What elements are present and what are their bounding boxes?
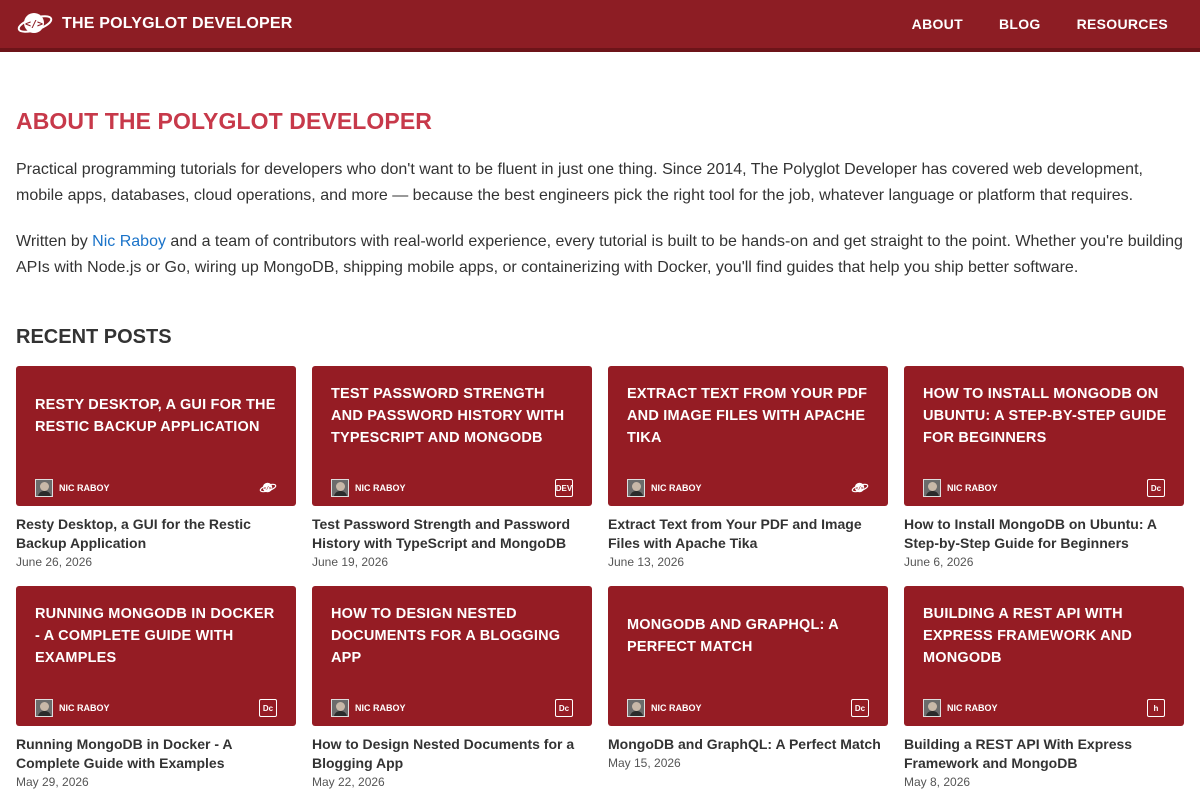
dc-icon: Dc (259, 699, 277, 717)
hashnode-icon: h (1147, 699, 1165, 717)
post-card: RUNNING MONGODB IN DOCKER - A COMPLETE G… (16, 586, 296, 790)
thumbnail-title: TEST PASSWORD STRENGTH AND PASSWORD HIST… (331, 386, 565, 446)
avatar (923, 699, 941, 717)
post-date: June 6, 2026 (904, 555, 974, 569)
thumbnail-title: EXTRACT TEXT FROM YOUR PDF AND IMAGE FIL… (627, 386, 868, 446)
thumbnail-author-name: NIC RABOY (355, 703, 406, 713)
post-title-link[interactable]: Test Password Strength and Password Hist… (312, 515, 592, 553)
avatar (331, 479, 349, 497)
post-card: BUILDING A REST API WITH EXPRESS FRAMEWO… (904, 586, 1184, 790)
dc-icon: Dc (1147, 479, 1165, 497)
post-date: May 8, 2026 (904, 775, 971, 789)
svg-text:</>: </> (263, 485, 272, 491)
polyglot-logo-icon: </> (16, 9, 54, 39)
thumbnail-author: NIC RABOY (331, 479, 406, 497)
thumbnail-author-name: NIC RABOY (59, 483, 110, 493)
brand-link[interactable]: </> THE POLYGLOT DEVELOPER (16, 9, 293, 39)
main-content: ABOUT THE POLYGLOT DEVELOPER Practical p… (16, 56, 1184, 790)
avatar (35, 699, 53, 717)
thumbnail-author: NIC RABOY (35, 479, 110, 497)
thumbnail-author-name: NIC RABOY (947, 483, 998, 493)
thumbnail-author-name: NIC RABOY (651, 483, 702, 493)
dc-icon: Dc (851, 699, 869, 717)
post-date: June 13, 2026 (608, 555, 685, 569)
post-title-link[interactable]: Resty Desktop, a GUI for the Restic Back… (16, 515, 296, 553)
post-title-link[interactable]: Building a REST API With Express Framewo… (904, 735, 1184, 773)
thumbnail-title: BUILDING A REST API WITH EXPRESS FRAMEWO… (923, 606, 1133, 666)
avatar (35, 479, 53, 497)
thumbnail-title: MONGODB AND GRAPHQL: A PERFECT MATCH (627, 617, 839, 655)
post-title-link[interactable]: MongoDB and GraphQL: A Perfect Match (608, 735, 888, 754)
avatar (923, 479, 941, 497)
thumbnail-title: RUNNING MONGODB IN DOCKER - A COMPLETE G… (35, 606, 275, 666)
post-date: May 15, 2026 (608, 756, 681, 770)
main-nav: ABOUT BLOG RESOURCES (912, 16, 1168, 32)
thumbnail-author: NIC RABOY (627, 699, 702, 717)
about-paragraph-2-suffix: and a team of contributors with real-wor… (16, 233, 1183, 276)
svg-text:</>: </> (855, 485, 864, 491)
thumbnail-author-name: NIC RABOY (59, 703, 110, 713)
brand-title: THE POLYGLOT DEVELOPER (62, 15, 293, 32)
polyglot-logo-icon: </> (259, 479, 277, 497)
post-card: RESTY DESKTOP, A GUI FOR THE RESTIC BACK… (16, 366, 296, 570)
nav-blog[interactable]: BLOG (999, 16, 1041, 32)
post-title-link[interactable]: How to Install MongoDB on Ubuntu: A Step… (904, 515, 1184, 553)
post-card: MONGODB AND GRAPHQL: A PERFECT MATCH NIC… (608, 586, 888, 790)
thumbnail-title: HOW TO INSTALL MONGODB ON UBUNTU: A STEP… (923, 386, 1167, 446)
post-thumbnail[interactable]: RUNNING MONGODB IN DOCKER - A COMPLETE G… (16, 586, 296, 726)
avatar (331, 699, 349, 717)
thumbnail-author: NIC RABOY (331, 699, 406, 717)
post-thumbnail[interactable]: MONGODB AND GRAPHQL: A PERFECT MATCH NIC… (608, 586, 888, 726)
site-header: </> THE POLYGLOT DEVELOPER ABOUT BLOG RE… (0, 0, 1200, 52)
post-card: TEST PASSWORD STRENGTH AND PASSWORD HIST… (312, 366, 592, 570)
avatar (627, 699, 645, 717)
about-paragraph-2-prefix: Written by (16, 233, 93, 250)
thumbnail-author: NIC RABOY (627, 479, 702, 497)
page-title: ABOUT THE POLYGLOT DEVELOPER (16, 108, 432, 134)
dev-icon: DEV (555, 479, 573, 497)
about-paragraph-2: Written by Nic Raboy and a team of contr… (16, 229, 1184, 281)
post-title-link[interactable]: Extract Text from Your PDF and Image Fil… (608, 515, 888, 553)
thumbnail-author-name: NIC RABOY (651, 703, 702, 713)
thumbnail-author: NIC RABOY (35, 699, 110, 717)
nav-resources[interactable]: RESOURCES (1077, 16, 1168, 32)
thumbnail-author: NIC RABOY (923, 479, 998, 497)
thumbnail-author-name: NIC RABOY (947, 703, 998, 713)
post-title-link[interactable]: Running MongoDB in Docker - A Complete G… (16, 735, 296, 773)
svg-text:</>: </> (25, 19, 43, 30)
post-card: HOW TO INSTALL MONGODB ON UBUNTU: A STEP… (904, 366, 1184, 570)
polyglot-logo-icon: </> (851, 479, 869, 497)
post-card: EXTRACT TEXT FROM YOUR PDF AND IMAGE FIL… (608, 366, 888, 570)
nav-about[interactable]: ABOUT (912, 16, 963, 32)
dc-icon: Dc (555, 699, 573, 717)
recent-posts-heading: RECENT POSTS (16, 326, 172, 348)
post-thumbnail[interactable]: TEST PASSWORD STRENGTH AND PASSWORD HIST… (312, 366, 592, 506)
thumbnail-title: RESTY DESKTOP, A GUI FOR THE RESTIC BACK… (35, 397, 276, 435)
post-thumbnail[interactable]: RESTY DESKTOP, A GUI FOR THE RESTIC BACK… (16, 366, 296, 506)
post-date: May 29, 2026 (16, 775, 89, 789)
post-thumbnail[interactable]: HOW TO INSTALL MONGODB ON UBUNTU: A STEP… (904, 366, 1184, 506)
post-date: May 22, 2026 (312, 775, 385, 789)
post-thumbnail[interactable]: EXTRACT TEXT FROM YOUR PDF AND IMAGE FIL… (608, 366, 888, 506)
author-link[interactable]: Nic Raboy (92, 233, 166, 250)
post-date: June 26, 2026 (16, 555, 93, 569)
post-date: June 19, 2026 (312, 555, 389, 569)
post-card: HOW TO DESIGN NESTED DOCUMENTS FOR A BLO… (312, 586, 592, 790)
thumbnail-author-name: NIC RABOY (355, 483, 406, 493)
recent-posts-grid: RESTY DESKTOP, A GUI FOR THE RESTIC BACK… (16, 366, 1184, 790)
post-thumbnail[interactable]: HOW TO DESIGN NESTED DOCUMENTS FOR A BLO… (312, 586, 592, 726)
post-title-link[interactable]: How to Design Nested Documents for a Blo… (312, 735, 592, 773)
thumbnail-author: NIC RABOY (923, 699, 998, 717)
about-paragraph-1: Practical programming tutorials for deve… (16, 161, 1143, 204)
avatar (627, 479, 645, 497)
thumbnail-title: HOW TO DESIGN NESTED DOCUMENTS FOR A BLO… (331, 606, 561, 666)
post-thumbnail[interactable]: BUILDING A REST API WITH EXPRESS FRAMEWO… (904, 586, 1184, 726)
